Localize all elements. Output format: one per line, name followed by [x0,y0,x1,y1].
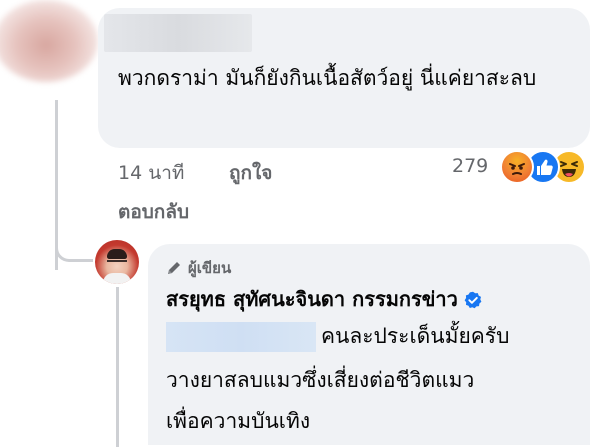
verified-icon [464,290,482,309]
author-badge-label: ผู้เขียน [188,259,232,277]
author-avatar[interactable] [95,240,139,284]
reaction-icons[interactable] [500,150,590,184]
pen-icon [166,260,182,276]
author-name[interactable]: สรยุทธ สุทัศนะจินดา กรรมกรข่าว [166,283,458,315]
author-badge: ผู้เขียน [166,256,231,280]
comment-timestamp[interactable]: 14 นาที [118,158,184,188]
reply-text-line-3: เพื่อความบันเทิง [166,409,311,433]
thread-connector [55,218,93,262]
commenter-name-redacted[interactable] [104,14,252,52]
reply-text-line-1: คนละประเด็นมั้ยครับ [321,324,510,348]
reply-text-line-2: วางยาสลบแมวซึ่งเสี่ยงต่อชีวิตแมว [166,368,475,392]
author-name-row[interactable]: สรยุทธ สุทัศนะจินดา กรรมกรข่าว [166,283,482,315]
comment-text: พวกดราม่า มันก็ยังกินเนื้อสัตว์อยู่ นี่แ… [118,66,537,90]
reaction-count[interactable]: 279 [452,155,488,177]
angry-icon [500,150,534,184]
mentioned-user-redacted[interactable] [166,322,316,352]
like-button[interactable]: ถูกใจ [229,158,272,188]
reply-button[interactable]: ตอบกลับ [118,197,189,227]
reply-thread-line [116,287,119,447]
commenter-avatar[interactable] [0,0,98,82]
